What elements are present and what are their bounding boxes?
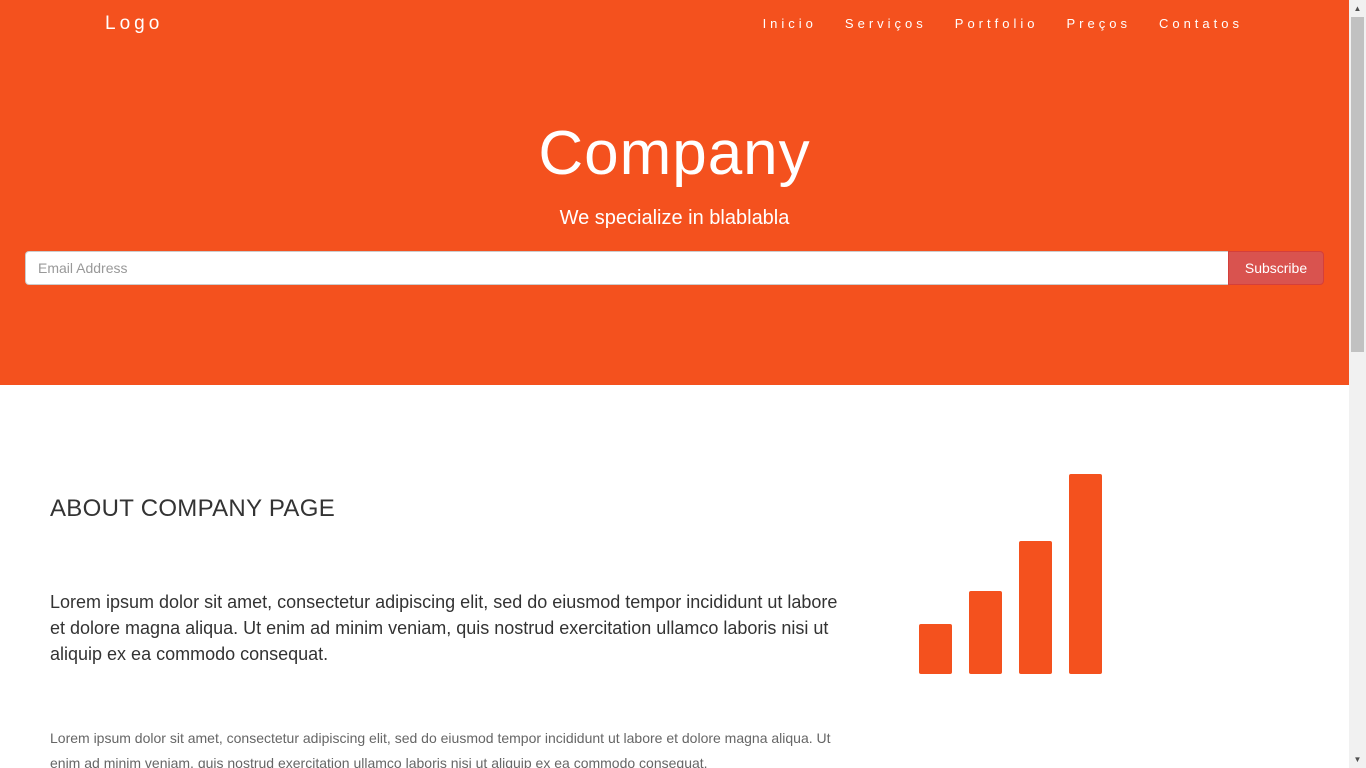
scroll-down-arrow-icon[interactable]: ▼ <box>1349 751 1366 768</box>
logo[interactable]: Logo <box>105 12 163 36</box>
about-body-paragraph: Lorem ipsum dolor sit amet, consectetur … <box>50 730 831 768</box>
main-nav: Inicio Serviços Portfolio Preços Contato… <box>735 16 1243 32</box>
hero-header: Logo Inicio Serviços Portfolio Preços Co… <box>0 0 1349 385</box>
page: Logo Inicio Serviços Portfolio Preços Co… <box>0 0 1349 768</box>
vertical-scrollbar[interactable]: ▲ ▼ <box>1349 0 1366 768</box>
scrollbar-thumb[interactable] <box>1351 17 1364 352</box>
signal-icon <box>919 474 1102 674</box>
about-lead-paragraph: Lorem ipsum dolor sit amet, consectetur … <box>50 592 838 664</box>
email-input[interactable] <box>25 251 1228 285</box>
hero-title: Company <box>538 119 811 188</box>
nav-link-inicio[interactable]: Inicio <box>763 16 817 32</box>
nav-link-servicos[interactable]: Serviços <box>845 16 927 32</box>
scroll-up-arrow-icon[interactable]: ▲ <box>1349 0 1366 17</box>
subscribe-button[interactable]: Subscribe <box>1228 251 1324 285</box>
nav-link-contatos[interactable]: Contatos <box>1159 16 1243 32</box>
nav-link-precos[interactable]: Preços <box>1066 16 1130 32</box>
subscribe-form: Subscribe <box>25 251 1324 285</box>
about-heading: ABOUT COMPANY PAGE <box>50 495 336 522</box>
nav-link-portfolio[interactable]: Portfolio <box>955 16 1039 32</box>
hero-subtitle: We specialize in blablabla <box>559 207 790 229</box>
